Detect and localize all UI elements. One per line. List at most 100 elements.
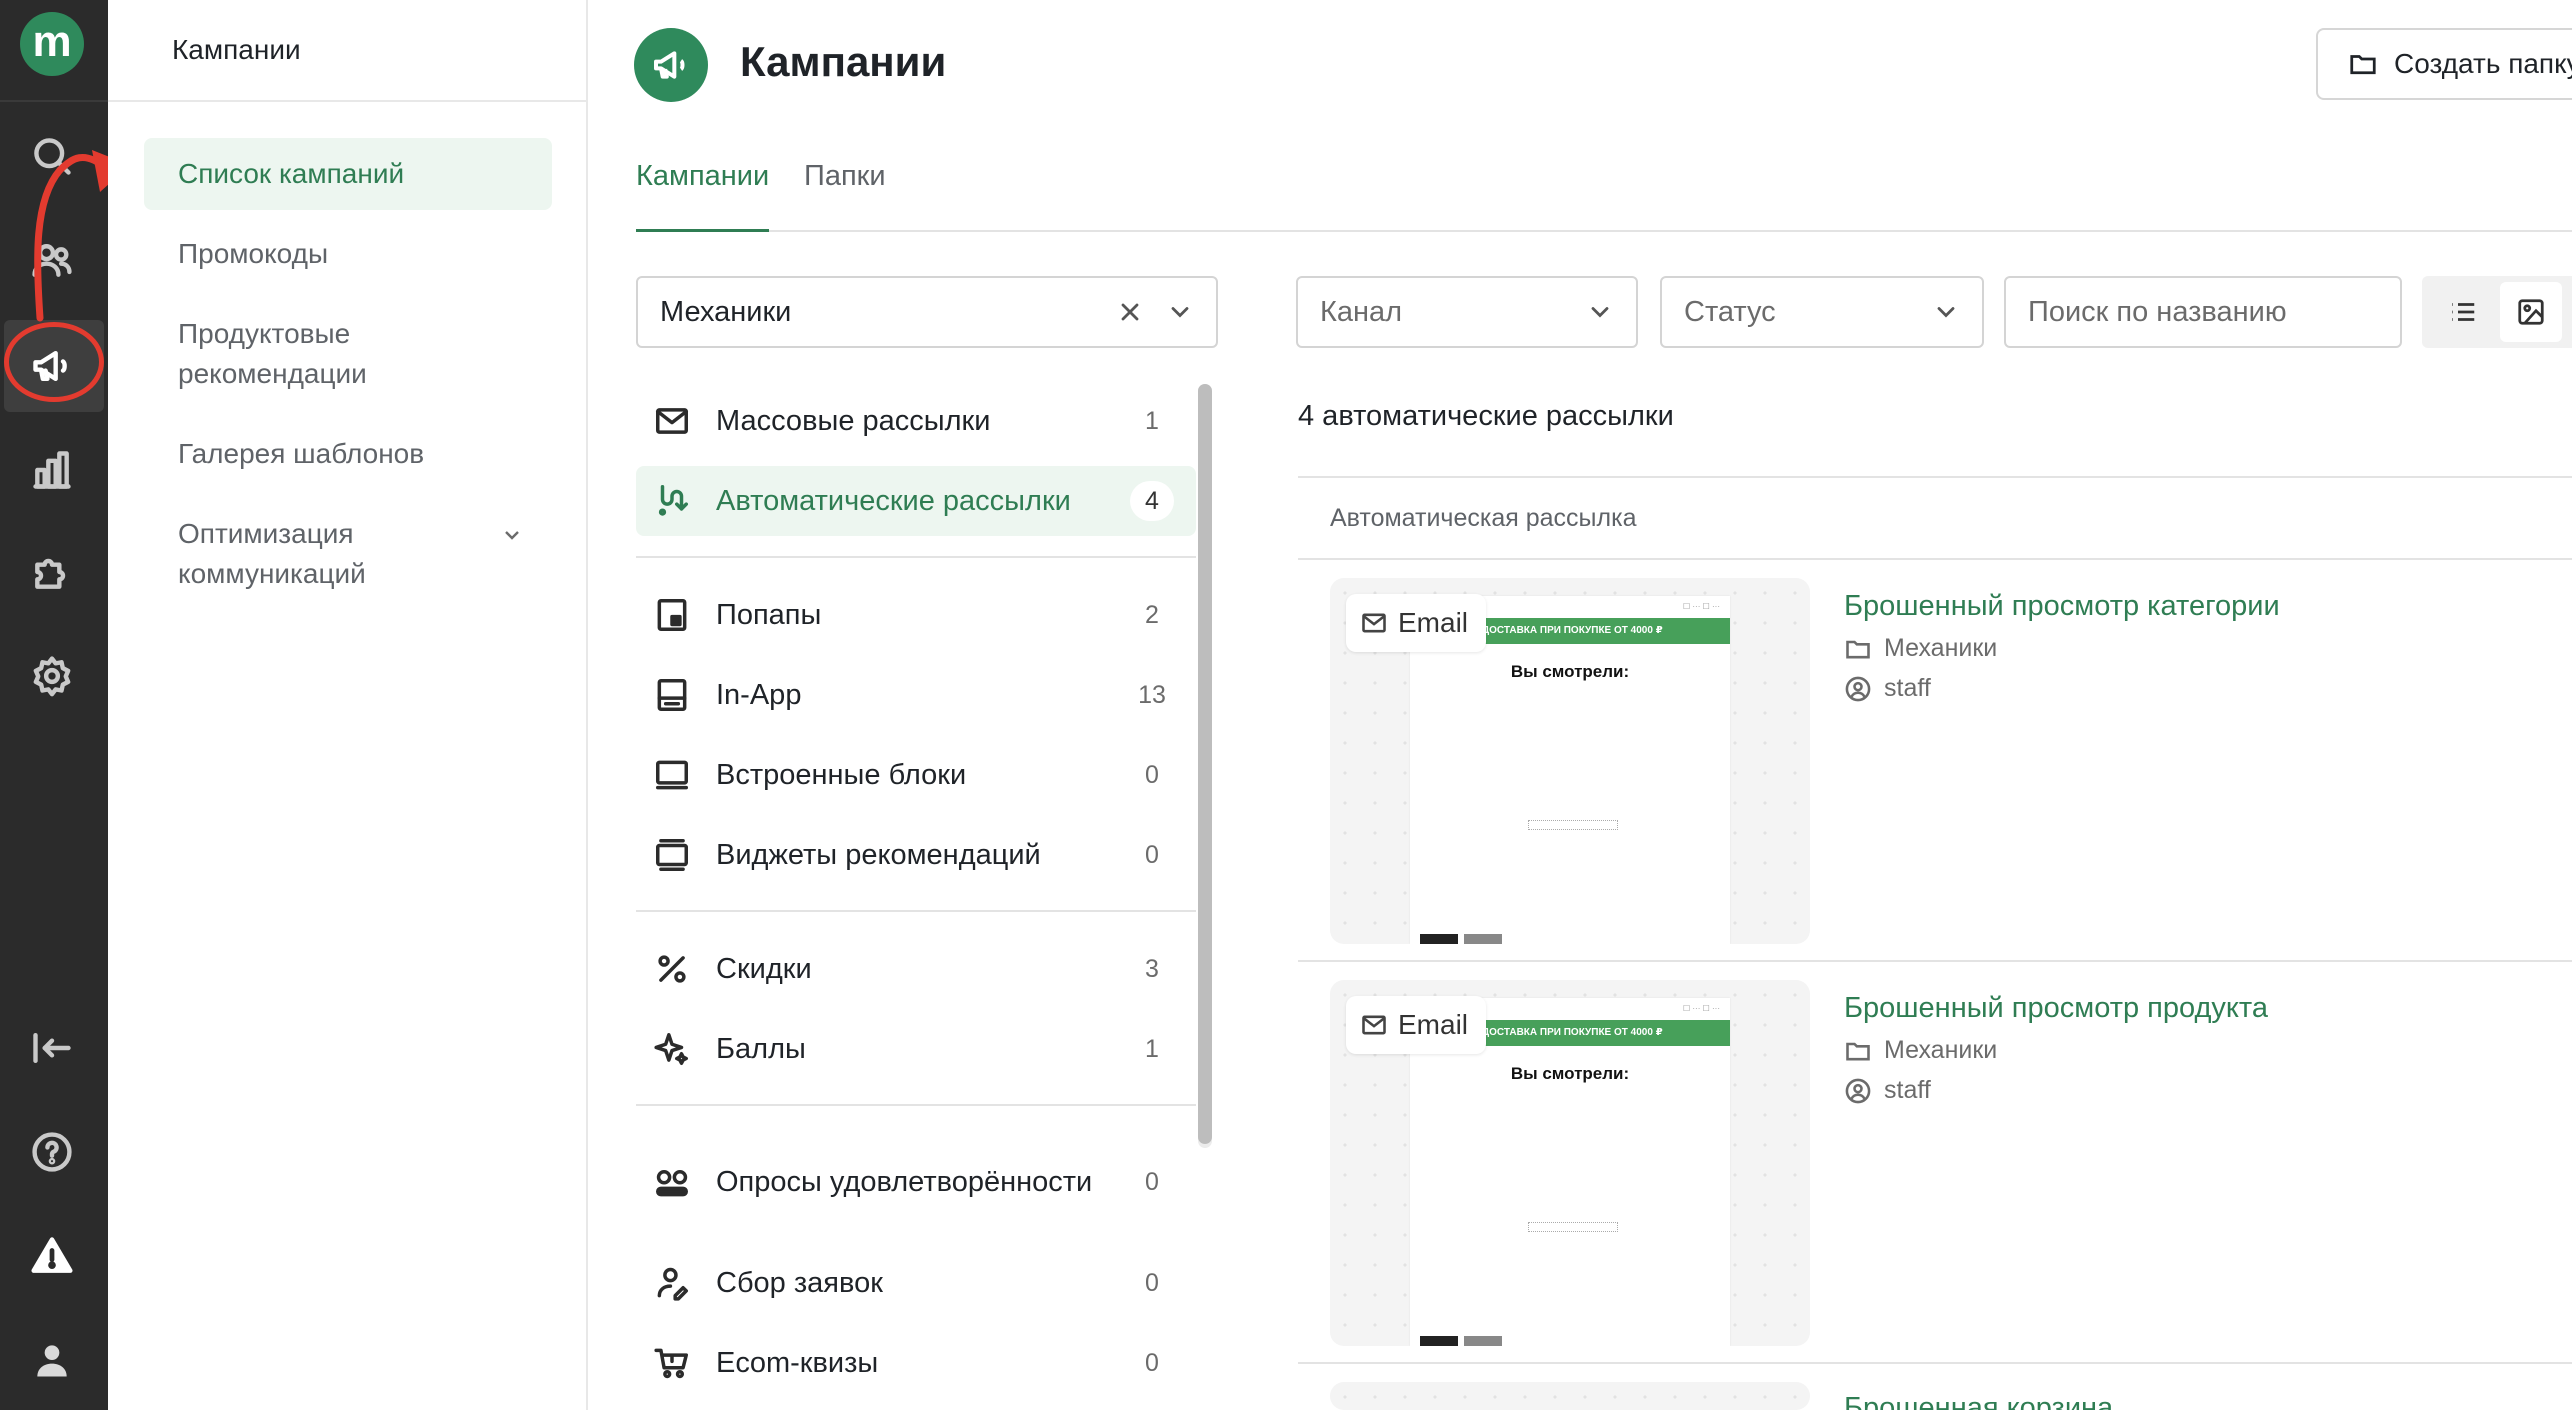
broken-image-icon <box>1528 820 1618 830</box>
scrollbar-thumb[interactable] <box>1198 384 1212 1144</box>
channel-item-points[interactable]: Баллы 1 <box>636 1014 1196 1084</box>
folder-icon <box>1846 1042 1870 1060</box>
clear-icon[interactable] <box>1116 298 1144 326</box>
channel-item-surveys[interactable]: Опросы удовлетворённости 0 <box>636 1142 1196 1222</box>
sparkle-icon <box>650 1027 694 1071</box>
group-label: Автоматическая рассылка <box>1330 504 1637 532</box>
sidebar-item-campaign-list[interactable]: Список кампаний <box>144 138 552 210</box>
campaign-name-link[interactable]: Брошенная корзина <box>1844 1392 2113 1410</box>
preview-buttons <box>1420 934 1502 944</box>
users-icon[interactable] <box>22 230 82 290</box>
campaign-owner-label: staff <box>1884 1076 1931 1104</box>
sidebar-item-label: Промокоды <box>178 238 329 269</box>
gallery-view-icon[interactable] <box>2500 282 2562 342</box>
monitor-icon <box>650 753 694 797</box>
create-folder-label: Создать папку <box>2394 48 2572 79</box>
tabs: Кампании Папки <box>636 160 2572 232</box>
search-icon[interactable] <box>22 126 82 186</box>
sidebar-item-label: Продуктовые рекомендации <box>178 318 367 389</box>
envelope-icon <box>1362 1015 1386 1035</box>
campaign-preview[interactable]: ☐ ··· ☐ ··· ДОСТАВКА ПРИ ПОКУПКЕ ОТ 4000… <box>1330 578 1810 944</box>
icon-rail: m <box>0 0 108 1410</box>
channel-item-automatic[interactable]: Автоматические рассылки 4 <box>636 466 1196 536</box>
envelope-icon <box>1362 613 1386 633</box>
inapp-icon <box>650 673 694 717</box>
campaign-owner-label: staff <box>1884 674 1931 702</box>
chevron-down-icon <box>1591 307 1609 318</box>
help-icon[interactable] <box>22 1122 82 1182</box>
channel-label: Виджеты рекомендаций <box>716 839 1041 871</box>
results-count: 4 автоматические рассылки <box>1298 400 1674 432</box>
campaign-folder[interactable]: Механики <box>1844 1036 1997 1065</box>
channel-badge: Email <box>1346 996 1487 1054</box>
channel-item-lead-collection[interactable]: Сбор заявок 0 <box>636 1248 1196 1318</box>
campaign-preview[interactable]: ☐ ··· ☐ ··· ДОСТАВКА ПРИ ПОКУПКЕ ОТ 4000… <box>1330 980 1810 1346</box>
campaign-owner: staff <box>1844 674 1931 703</box>
main-content: Кампании Создать папку Кампании Папки Ме… <box>588 0 2572 1410</box>
channel-badge: Email <box>1346 594 1487 652</box>
divider <box>636 910 1196 912</box>
divider <box>1298 960 2572 962</box>
tab-campaigns[interactable]: Кампании <box>636 160 770 232</box>
user-circle-icon <box>1845 676 1871 701</box>
status-select-placeholder: Статус <box>1684 295 1776 328</box>
gear-icon[interactable] <box>22 646 82 706</box>
user-icon[interactable] <box>22 1330 82 1390</box>
channel-label: Попапы <box>716 599 822 631</box>
channel-item-discounts[interactable]: Скидки 3 <box>636 934 1196 1004</box>
broken-image-icon <box>1528 1222 1618 1232</box>
campaign-name-link[interactable]: Брошенный просмотр категории <box>1844 590 2280 623</box>
channel-badge-label: Email <box>1398 607 1469 638</box>
channel-label: Сбор заявок <box>716 1267 883 1299</box>
channel-badge-label: Email <box>1398 1009 1469 1040</box>
channel-list-scrollbar[interactable] <box>1198 384 1212 1148</box>
channel-count: 0 <box>1145 1167 1159 1196</box>
megaphone-icon <box>634 28 708 102</box>
divider <box>1298 558 2572 560</box>
channel-count: 0 <box>1145 760 1159 789</box>
channel-select[interactable]: Канал <box>1296 276 1638 348</box>
status-select[interactable]: Статус <box>1660 276 1984 348</box>
channel-count: 0 <box>1145 1348 1159 1377</box>
percent-icon <box>650 947 694 991</box>
envelope-icon <box>650 399 694 443</box>
campaign-folder[interactable]: Механики <box>1844 634 1997 663</box>
list-view-icon[interactable] <box>2432 282 2494 342</box>
rail-divider <box>0 100 108 102</box>
channel-count: 3 <box>1145 954 1159 983</box>
channel-count: 4 <box>1130 481 1174 521</box>
chevron-down-icon[interactable] <box>1166 298 1194 326</box>
create-folder-button[interactable]: Создать папку <box>2316 28 2572 100</box>
campaign-name-link[interactable]: Брошенный просмотр продукта <box>1844 992 2268 1025</box>
puzzle-icon[interactable] <box>22 542 82 602</box>
mechanics-select[interactable]: Механики <box>636 276 1218 348</box>
channel-label: Ecom-квизы <box>716 1347 879 1379</box>
channel-label: Встроенные блоки <box>716 759 967 791</box>
chevron-down-icon[interactable] <box>500 518 524 542</box>
flow-icon <box>650 479 694 523</box>
warning-icon[interactable] <box>22 1226 82 1286</box>
chart-icon[interactable] <box>22 440 82 500</box>
channel-item-ecom-quizzes[interactable]: Ecom-квизы 0 <box>636 1328 1196 1398</box>
section-sidebar: Кампании Список кампаний Промокоды Проду… <box>108 0 588 1410</box>
collapse-icon[interactable] <box>22 1018 82 1078</box>
sidebar-item-communication-optimization[interactable]: Оптимизация коммуникаций <box>144 514 552 594</box>
preview-text: Вы смотрели: <box>1510 662 1630 681</box>
channel-item-embedded-blocks[interactable]: Встроенные блоки 0 <box>636 740 1196 810</box>
channel-label: Скидки <box>716 953 812 985</box>
mechanics-select-value: Механики <box>660 295 792 328</box>
sidebar-item-product-recommendations[interactable]: Продуктовые рекомендации <box>144 314 484 394</box>
tab-folders[interactable]: Папки <box>804 160 886 232</box>
channel-item-inapp[interactable]: In-App 13 <box>636 660 1196 730</box>
channel-count: 0 <box>1145 1268 1159 1297</box>
search-input[interactable]: Поиск по названию <box>2004 276 2402 348</box>
logo[interactable]: m <box>20 12 84 76</box>
sidebar-item-promocodes[interactable]: Промокоды <box>144 234 552 274</box>
campaign-preview[interactable] <box>1330 1382 1810 1410</box>
divider <box>636 556 1196 558</box>
sidebar-item-template-gallery[interactable]: Галерея шаблонов <box>144 434 552 474</box>
channel-item-popups[interactable]: Попапы 2 <box>636 580 1196 650</box>
channel-item-recommendation-widgets[interactable]: Виджеты рекомендаций 0 <box>636 820 1196 890</box>
channel-item-mass[interactable]: Массовые рассылки 1 <box>636 386 1196 456</box>
view-toggle <box>2422 276 2572 348</box>
